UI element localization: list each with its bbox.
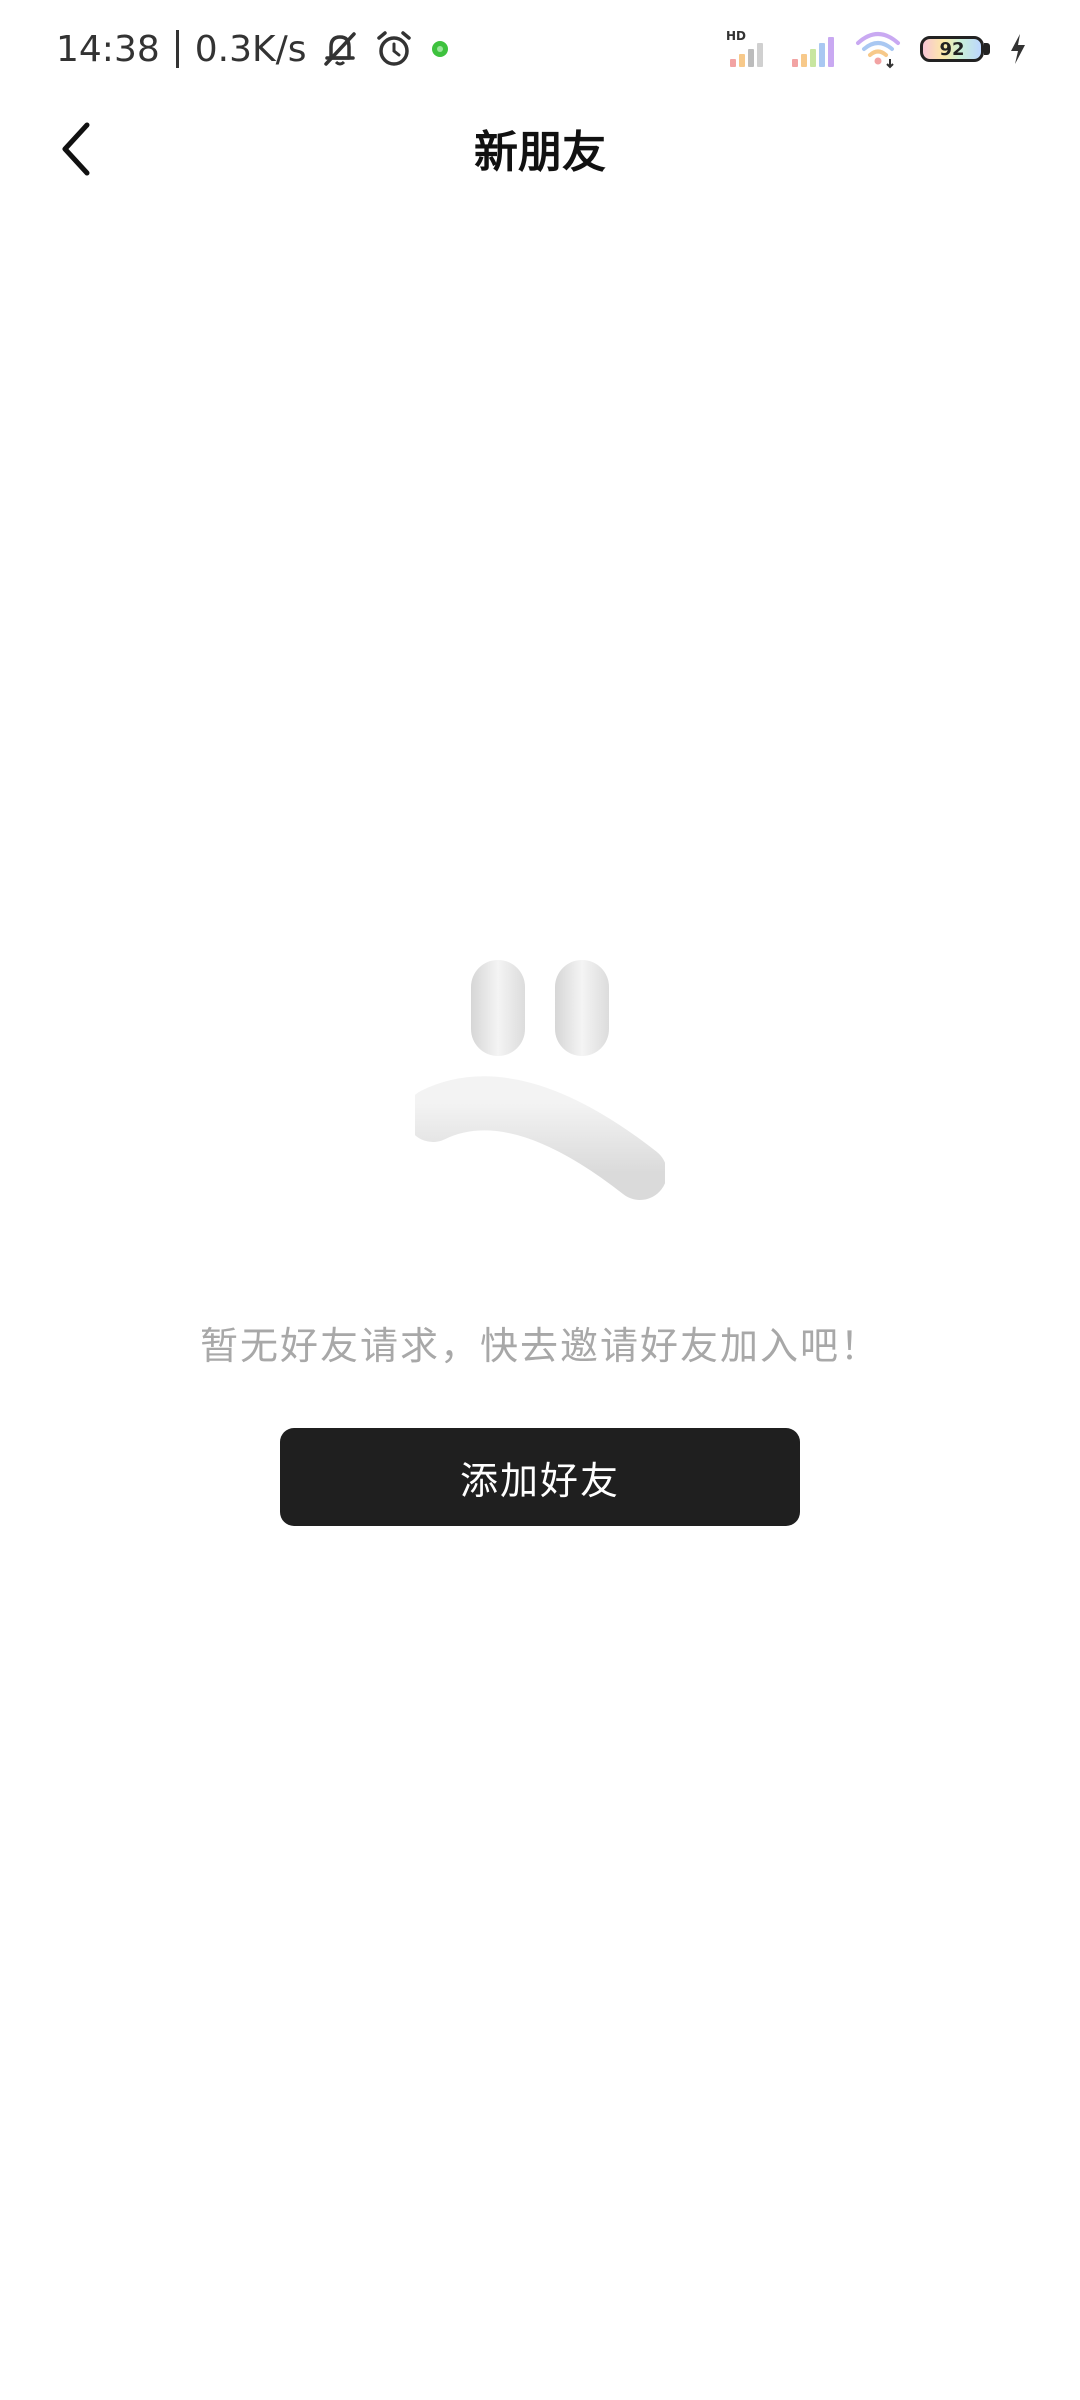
sad-face-icon xyxy=(406,955,667,1215)
notification-dot-icon xyxy=(427,36,453,62)
empty-state-message: 暂无好友请求，快去邀请好友加入吧！ xyxy=(199,1324,880,1368)
alarm-icon xyxy=(373,28,415,70)
new-friends-screen: 14:38 0.3K/s HD 92 新朋友 暂无好友请求，快去邀请好友加入吧！… xyxy=(0,0,1080,2400)
hd-label: HD xyxy=(726,29,746,43)
wifi-icon xyxy=(854,29,902,69)
status-bar: 14:38 0.3K/s HD 92 xyxy=(0,0,1080,96)
mute-bell-icon xyxy=(319,28,361,70)
status-left: 14:38 0.3K/s xyxy=(56,24,453,74)
battery-icon: 92 xyxy=(920,36,984,62)
header: 新朋友 xyxy=(0,96,1080,206)
page-title: 新朋友 xyxy=(474,127,606,178)
battery-level: 92 xyxy=(939,38,965,60)
status-time: 14:38 xyxy=(56,28,160,70)
status-net-speed: 0.3K/s xyxy=(194,28,307,70)
signal-icon xyxy=(790,29,836,69)
battery-group: 92 xyxy=(920,36,990,62)
add-friend-button[interactable]: 添加好友 xyxy=(280,1428,800,1526)
status-divider xyxy=(175,30,179,68)
status-right: HD 92 xyxy=(726,24,1028,74)
battery-cap xyxy=(984,43,990,55)
charging-icon xyxy=(1008,32,1028,66)
hd-signal-icon: HD xyxy=(726,29,772,69)
